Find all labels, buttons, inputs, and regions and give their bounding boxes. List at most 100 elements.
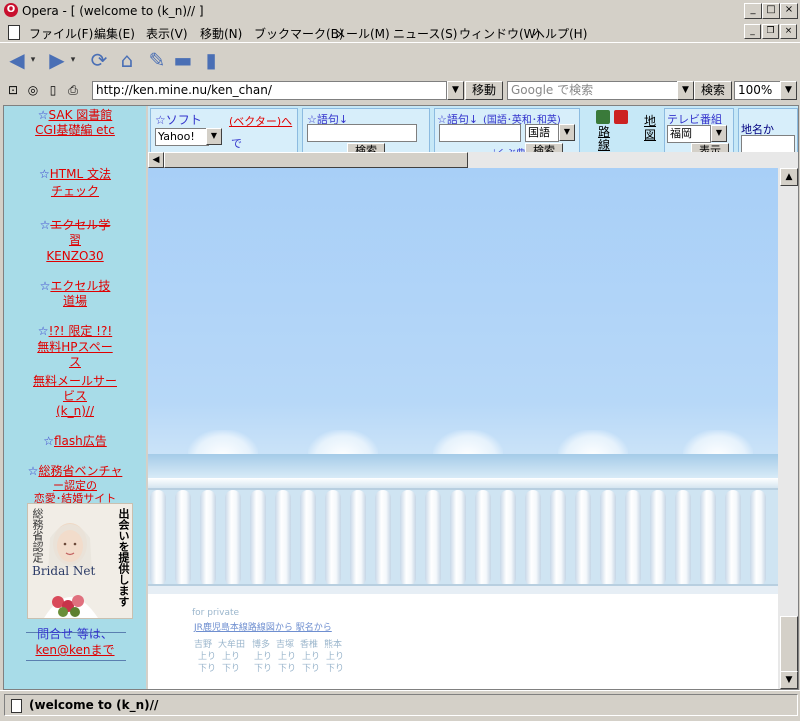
menu-view[interactable]: 表示(V) <box>146 25 188 42</box>
security-icon[interactable]: ⊡ <box>6 83 20 97</box>
menu-file[interactable]: ファイル(F) <box>29 25 93 42</box>
close-button[interactable]: × <box>780 3 798 19</box>
nav-link-kn[interactable]: (k_n)// <box>4 404 146 419</box>
nav-link-cgi-basics[interactable]: CGI基礎編 etc <box>4 123 146 138</box>
mdi-restore-button[interactable]: ❐ <box>762 24 779 39</box>
dir-up-link[interactable]: 上り <box>326 652 344 663</box>
dir-down-link[interactable]: 下り <box>278 664 296 675</box>
menu-bookmarks[interactable]: ブックマーク(B) <box>254 25 344 42</box>
nav-link-excel-study-2[interactable]: 習 <box>4 233 146 248</box>
map-link[interactable]: 地図 <box>644 114 656 142</box>
go-button[interactable]: 移動 <box>465 81 503 100</box>
forward-arrow-icon[interactable]: ▶ <box>44 47 70 73</box>
dir-up-link[interactable]: 上り <box>198 652 216 663</box>
home-icon[interactable]: ⌂ <box>114 47 140 73</box>
search-field[interactable]: Google で検索 <box>507 81 682 100</box>
dir-up-link[interactable]: 上り <box>302 652 320 663</box>
dir-down-link[interactable]: 下り <box>302 664 320 675</box>
baluster <box>225 490 241 586</box>
nav-link-flash-ad[interactable]: ☆flash広告 <box>4 434 146 449</box>
nav-link-free-hp-2[interactable]: ス <box>4 355 146 370</box>
back-arrow-icon[interactable]: ◀ <box>4 47 30 73</box>
tv-dropdown-icon[interactable]: ▼ <box>711 125 727 142</box>
contact-email-link[interactable]: ken@kenまで <box>4 643 146 658</box>
navigation-toolbar: ◀ ▾ ▶ ▾ ⟳ ⌂ ✎ ▬ ▮ <box>0 42 800 80</box>
de-label: で <box>231 137 242 150</box>
menu-edit[interactable]: 編集(E) <box>94 25 135 42</box>
nav-link-venture[interactable]: ☆総務省ベンチャ <box>4 464 146 479</box>
mdi-minimize-button[interactable]: _ <box>744 24 761 39</box>
nav-link-sak-library[interactable]: ☆SAK 図書館 <box>4 108 146 123</box>
minimize-button[interactable]: _ <box>744 3 762 19</box>
dir-up-link[interactable]: 上り <box>278 652 296 663</box>
station-yoshizuka: 吉塚 <box>276 640 295 650</box>
engine-select[interactable]: Yahoo! <box>155 128 209 146</box>
search-button[interactable]: 検索 <box>694 81 732 100</box>
search-engine-dropdown-icon[interactable]: ▼ <box>677 81 694 100</box>
vscroll-thumb[interactable] <box>780 616 798 673</box>
nav-link-html-check[interactable]: チェック <box>4 184 146 199</box>
baluster <box>750 490 766 586</box>
cookie-icon[interactable]: ◎ <box>26 83 40 97</box>
dictionary-select[interactable]: 国語 <box>525 124 559 142</box>
book-icon[interactable] <box>614 110 628 124</box>
dictionary-input[interactable] <box>439 124 521 142</box>
document-icon <box>8 25 20 40</box>
menu-window[interactable]: ウィンドウ(W) <box>459 25 540 42</box>
dir-down-link[interactable]: 下り <box>254 664 272 675</box>
dir-up-link[interactable]: 上り <box>254 652 272 663</box>
hscroll-thumb[interactable] <box>164 152 468 168</box>
print-icon[interactable]: ▬ <box>170 47 196 73</box>
forward-history-icon[interactable]: ▾ <box>68 47 78 73</box>
engine-dropdown-icon[interactable]: ▼ <box>206 128 222 145</box>
scroll-up-icon[interactable]: ▲ <box>780 168 798 186</box>
menu-help[interactable]: ヘルプ(H) <box>533 25 587 42</box>
dir-down-link[interactable]: 下り <box>198 664 216 675</box>
maximize-button[interactable]: □ <box>762 3 780 19</box>
zoom-field[interactable]: 100% <box>734 81 784 100</box>
tv-region-select[interactable]: 福岡 <box>667 125 711 143</box>
main-vscroll[interactable]: ▲ ▼ <box>778 168 798 689</box>
nav-link-excel-dojo[interactable]: ☆エクセル技 <box>4 279 146 294</box>
nav-link-html-grammar[interactable]: ☆HTML 文法 <box>4 167 146 182</box>
blank-page-icon[interactable]: ▯ <box>46 83 60 97</box>
route-label[interactable]: 路線 <box>598 126 610 152</box>
dir-down-link[interactable]: 下り <box>222 664 240 675</box>
nav-link-excel-dojo-2[interactable]: 道場 <box>4 294 146 309</box>
dir-down-link[interactable]: 下り <box>326 664 344 675</box>
reload-icon[interactable]: ⟳ <box>86 47 112 73</box>
dir-up-link[interactable]: 上り <box>222 652 240 663</box>
baluster <box>625 490 641 586</box>
bridal-net-ad[interactable]: 総務省認定 出会いを提供します Bridal Net <box>27 503 133 619</box>
nav-link-free-hp[interactable]: 無料HPスペー <box>4 340 146 355</box>
route-map-link[interactable]: JR鹿児島本線路線図から 駅名から <box>194 623 332 634</box>
nav-link-free-mail[interactable]: 無料メールサー <box>4 374 146 389</box>
nav-link-free-mail-2[interactable]: ビス <box>4 389 146 404</box>
phrase-input[interactable] <box>307 124 417 142</box>
menu-navigate[interactable]: 移動(N) <box>200 25 242 42</box>
url-field[interactable]: http://ken.mine.nu/ken_chan/ <box>92 81 447 100</box>
nav-link-kenzo30[interactable]: KENZO30 <box>4 249 146 264</box>
dictionary-dropdown-icon[interactable]: ▼ <box>559 124 575 141</box>
baluster <box>575 490 591 586</box>
baluster <box>500 490 516 586</box>
top-frame-hscroll[interactable]: ◀ <box>148 152 798 168</box>
vector-link[interactable]: (ベクター)へ <box>229 113 292 129</box>
back-history-icon[interactable]: ▾ <box>28 47 38 73</box>
menu-news[interactable]: ニュース(S) <box>393 25 457 42</box>
balcony-base <box>148 584 778 594</box>
scroll-left-icon[interactable]: ◀ <box>148 152 164 168</box>
zoom-dropdown-icon[interactable]: ▼ <box>780 81 797 100</box>
scroll-down-icon[interactable]: ▼ <box>780 671 798 689</box>
sea <box>148 454 778 478</box>
url-dropdown-arrow-icon[interactable]: ▼ <box>447 81 464 100</box>
baluster <box>275 490 291 586</box>
mdi-close-button[interactable]: × <box>780 24 797 39</box>
hotlist-icon[interactable]: ✎ <box>144 47 170 73</box>
nav-link-excel-study[interactable]: ☆エクセル学 <box>4 218 146 233</box>
printer-icon[interactable]: ⎙ <box>66 83 80 97</box>
page-icon[interactable]: ▮ <box>198 47 224 73</box>
place-input[interactable] <box>741 135 795 153</box>
train-icon[interactable] <box>596 110 610 124</box>
menu-mail[interactable]: メール(M) <box>334 25 390 42</box>
